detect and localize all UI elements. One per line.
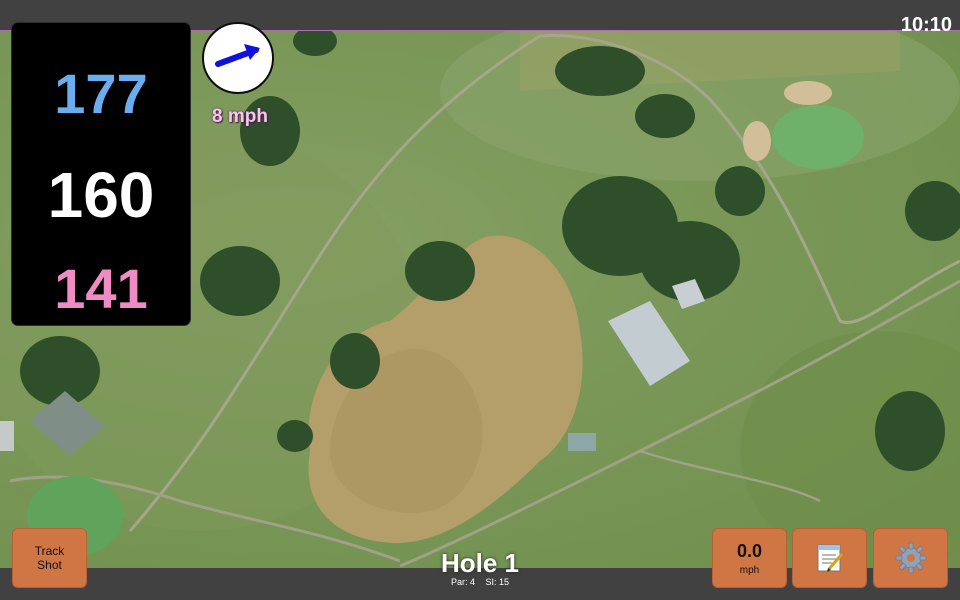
track-shot-button[interactable]: Track Shot	[12, 528, 87, 588]
track-shot-label-line1: Track	[34, 544, 65, 558]
track-shot-label-line2: Shot	[37, 558, 62, 572]
speed-unit: mph	[739, 564, 760, 576]
scorecard-button[interactable]	[792, 528, 867, 588]
settings-button[interactable]	[873, 528, 948, 588]
front-distance: 141	[54, 257, 148, 320]
gear-icon	[895, 542, 926, 574]
hole-stroke-index: SI: 15	[485, 577, 510, 587]
speed-button[interactable]: 0.0 mph	[712, 528, 787, 588]
speed-value: 0.0	[736, 540, 763, 561]
hole-info: Par: 4 SI: 15	[380, 577, 580, 587]
wind-speed: 8 mph	[212, 106, 268, 127]
middle-distance: 160	[47, 159, 155, 231]
hole-title: Hole 1	[440, 548, 520, 578]
back-distance: 177	[54, 62, 148, 125]
notepad-icon	[817, 544, 843, 572]
arrow-icon	[215, 44, 260, 67]
wind-indicator	[202, 22, 274, 94]
hole-par: Par: 4	[450, 577, 475, 587]
distance-panel: 177 160 141	[11, 22, 191, 326]
